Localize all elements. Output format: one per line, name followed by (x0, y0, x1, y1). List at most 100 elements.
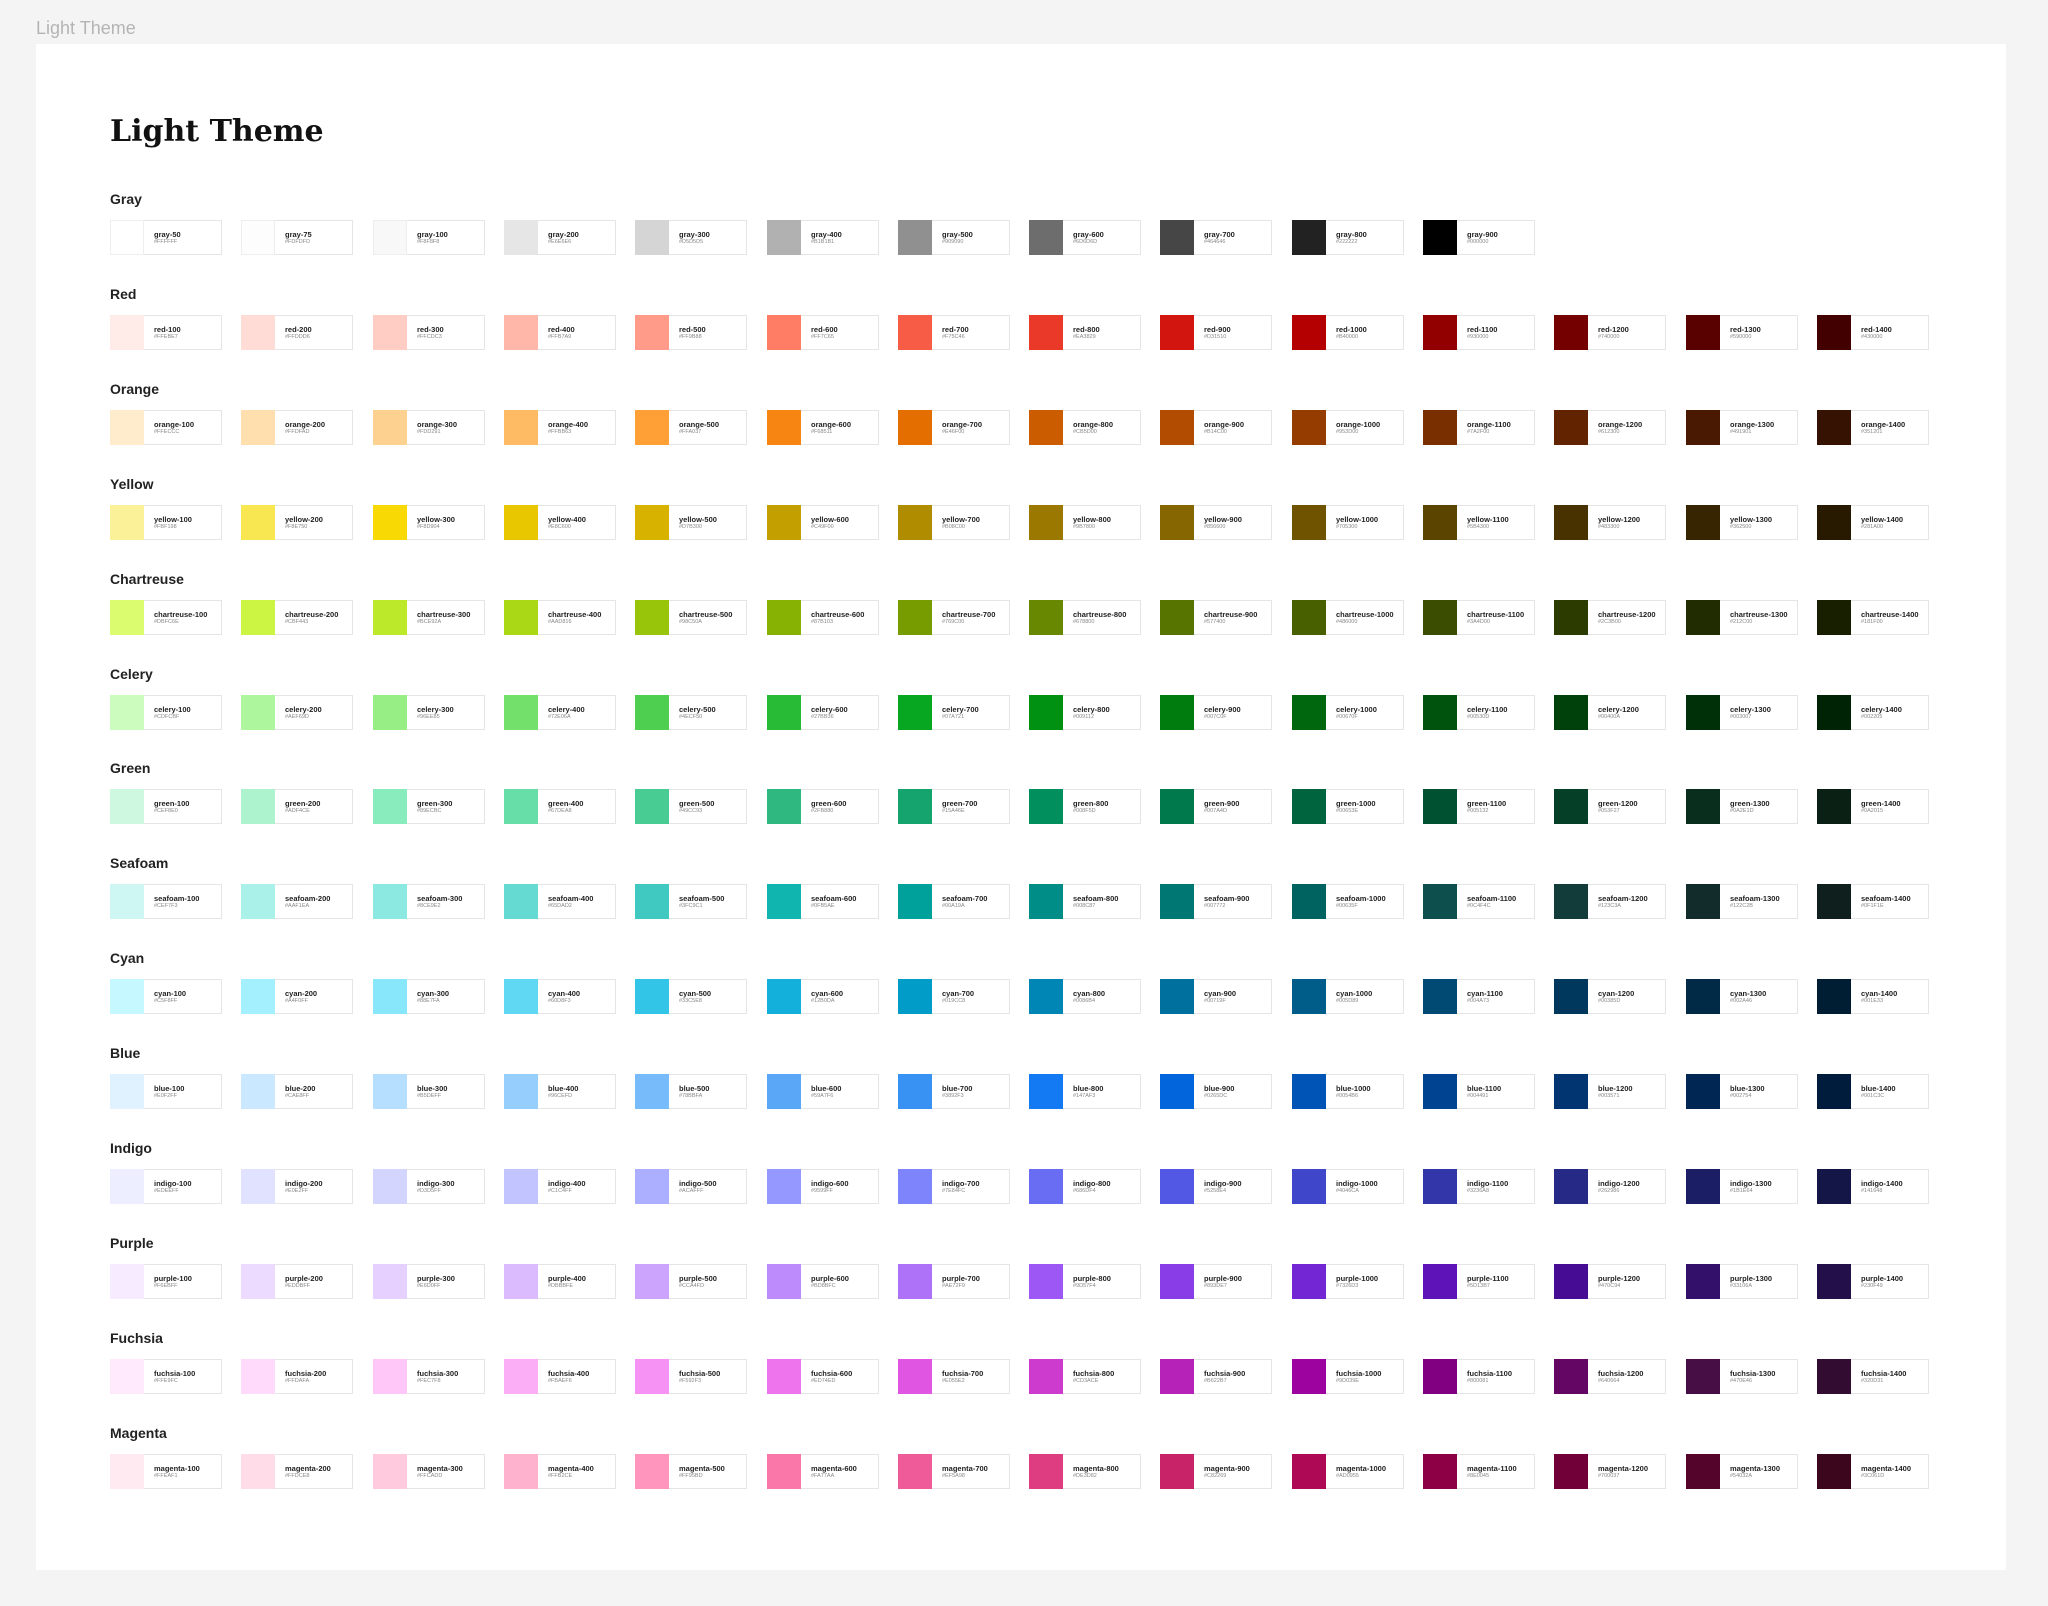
color-swatch[interactable]: orange-500 #FFA037 (635, 409, 747, 445)
color-swatch[interactable]: fuchsia-800 #CD3ACE (1029, 1358, 1141, 1394)
color-swatch[interactable]: blue-1400 #001C3C (1817, 1074, 1929, 1110)
color-swatch[interactable]: indigo-200 #E0E2FF (241, 1169, 353, 1204)
color-swatch[interactable]: red-600 #FF7C65 (767, 314, 879, 350)
color-swatch[interactable]: red-1000 #B40000 (1292, 314, 1404, 350)
color-swatch[interactable]: indigo-800 #686DF4 (1029, 1169, 1141, 1204)
color-swatch[interactable]: red-1300 #590000 (1686, 314, 1798, 350)
color-swatch[interactable]: celery-900 #007C0F (1160, 694, 1272, 730)
color-swatch[interactable]: green-1200 #053F27 (1554, 789, 1666, 825)
color-swatch[interactable]: green-1400 #0A2015 (1817, 789, 1929, 825)
color-swatch[interactable]: seafoam-800 #008C87 (1029, 884, 1141, 920)
color-swatch[interactable]: indigo-700 #7E84FC (898, 1169, 1010, 1204)
color-swatch[interactable]: orange-400 #FFBB63 (504, 409, 616, 445)
color-swatch[interactable]: fuchsia-1000 #9D039E (1292, 1358, 1404, 1394)
color-swatch[interactable]: seafoam-500 #3FC9C1 (635, 884, 747, 920)
color-swatch[interactable]: gray-800 #222222 (1292, 220, 1404, 255)
color-swatch[interactable]: gray-400 #B1B1B1 (767, 220, 879, 255)
color-swatch[interactable]: magenta-500 #FF95BD (635, 1453, 747, 1489)
color-swatch[interactable]: green-900 #007A4D (1160, 789, 1272, 825)
color-swatch[interactable]: indigo-900 #5258E4 (1160, 1169, 1272, 1204)
color-swatch[interactable]: orange-600 #F68511 (767, 409, 879, 445)
frame-label[interactable]: Light Theme (36, 18, 136, 39)
color-swatch[interactable]: chartreuse-400 #AAD816 (504, 599, 616, 635)
color-swatch[interactable]: blue-500 #78BBFA (635, 1074, 747, 1110)
color-swatch[interactable]: fuchsia-700 #E055E2 (898, 1358, 1010, 1394)
color-swatch[interactable]: yellow-500 #D7B300 (635, 504, 747, 540)
color-swatch[interactable]: celery-300 #96EE85 (373, 694, 485, 730)
color-swatch[interactable]: indigo-500 #ACAFFF (635, 1169, 747, 1204)
color-swatch[interactable]: celery-500 #4ECF50 (635, 694, 747, 730)
color-swatch[interactable]: blue-300 #B5DEFF (373, 1074, 485, 1110)
color-swatch[interactable]: red-800 #EA3829 (1029, 314, 1141, 350)
color-swatch[interactable]: cyan-200 #A4F0FF (241, 979, 353, 1015)
color-swatch[interactable]: cyan-1300 #002A46 (1686, 979, 1798, 1015)
color-swatch[interactable]: indigo-1400 #141648 (1817, 1169, 1929, 1204)
color-swatch[interactable]: gray-600 #6D6D6D (1029, 220, 1141, 255)
color-swatch[interactable]: seafoam-1200 #123C3A (1554, 884, 1666, 920)
color-swatch[interactable]: seafoam-100 #CEF7F3 (110, 884, 222, 920)
color-swatch[interactable]: chartreuse-500 #98C50A (635, 599, 747, 635)
color-swatch[interactable]: red-1400 #430000 (1817, 314, 1929, 350)
color-swatch[interactable]: blue-1200 #003571 (1554, 1074, 1666, 1110)
color-swatch[interactable]: green-600 #2FB880 (767, 789, 879, 825)
color-swatch[interactable]: gray-700 #464646 (1160, 220, 1272, 255)
color-swatch[interactable]: yellow-700 #B08C00 (898, 504, 1010, 540)
color-swatch[interactable]: seafoam-700 #00A19A (898, 884, 1010, 920)
color-swatch[interactable]: purple-200 #EDDBFF (241, 1263, 353, 1299)
color-swatch[interactable]: yellow-100 #FBF198 (110, 504, 222, 540)
color-swatch[interactable]: cyan-1400 #001E33 (1817, 979, 1929, 1015)
color-swatch[interactable]: blue-1300 #002754 (1686, 1074, 1798, 1110)
color-swatch[interactable]: celery-1200 #00400A (1554, 694, 1666, 730)
color-swatch[interactable]: seafoam-400 #65DAD2 (504, 884, 616, 920)
color-swatch[interactable]: indigo-1200 #262986 (1554, 1169, 1666, 1204)
color-swatch[interactable]: orange-1400 #351201 (1817, 409, 1929, 445)
color-swatch[interactable]: purple-1300 #33106A (1686, 1263, 1798, 1299)
color-swatch[interactable]: celery-800 #009112 (1029, 694, 1141, 730)
color-swatch[interactable]: celery-1000 #00670F (1292, 694, 1404, 730)
color-swatch[interactable]: fuchsia-1200 #640664 (1554, 1358, 1666, 1394)
color-swatch[interactable]: chartreuse-1200 #2C3B00 (1554, 599, 1666, 635)
color-swatch[interactable]: yellow-400 #E8C600 (504, 504, 616, 540)
color-swatch[interactable]: indigo-100 #EDEEFF (110, 1169, 222, 1204)
color-swatch[interactable]: chartreuse-700 #769C00 (898, 599, 1010, 635)
color-swatch[interactable]: purple-800 #9D57F4 (1029, 1263, 1141, 1299)
color-swatch[interactable]: magenta-1100 #8E0045 (1423, 1453, 1535, 1489)
color-swatch[interactable]: yellow-1300 #362500 (1686, 504, 1798, 540)
color-swatch[interactable]: cyan-100 #C5F8FF (110, 979, 222, 1015)
color-swatch[interactable]: green-200 #ADF4CE (241, 789, 353, 825)
color-swatch[interactable]: fuchsia-100 #FFE9FC (110, 1358, 222, 1394)
color-swatch[interactable]: magenta-100 #FFEAF1 (110, 1453, 222, 1489)
color-swatch[interactable]: magenta-200 #FFDCE8 (241, 1453, 353, 1489)
color-swatch[interactable]: chartreuse-200 #CBF443 (241, 599, 353, 635)
color-swatch[interactable]: red-400 #FFB7A9 (504, 314, 616, 350)
color-swatch[interactable]: seafoam-1300 #122C2B (1686, 884, 1798, 920)
color-swatch[interactable]: fuchsia-1300 #470E46 (1686, 1358, 1798, 1394)
color-swatch[interactable]: green-300 #89ECBC (373, 789, 485, 825)
color-swatch[interactable]: blue-200 #CAE8FF (241, 1074, 353, 1110)
color-swatch[interactable]: yellow-600 #C49F00 (767, 504, 879, 540)
color-swatch[interactable]: blue-800 #147AF3 (1029, 1074, 1141, 1110)
color-swatch[interactable]: red-1100 #930000 (1423, 314, 1535, 350)
color-swatch[interactable]: chartreuse-800 #678800 (1029, 599, 1141, 635)
color-swatch[interactable]: cyan-400 #60D8F3 (504, 979, 616, 1015)
color-swatch[interactable]: gray-300 #D5D5D5 (635, 220, 747, 255)
color-swatch[interactable]: cyan-900 #00719F (1160, 979, 1272, 1015)
color-swatch[interactable]: green-1100 #005132 (1423, 789, 1535, 825)
color-swatch[interactable]: seafoam-1100 #0C4F4C (1423, 884, 1535, 920)
color-swatch[interactable]: orange-300 #FDD291 (373, 409, 485, 445)
color-swatch[interactable]: seafoam-200 #AAF1EA (241, 884, 353, 920)
color-swatch[interactable]: seafoam-1400 #0F1F1E (1817, 884, 1929, 920)
color-swatch[interactable]: green-800 #008F5D (1029, 789, 1141, 825)
color-swatch[interactable]: blue-900 #0265DC (1160, 1074, 1272, 1110)
color-swatch[interactable]: orange-200 #FFDFAD (241, 409, 353, 445)
color-swatch[interactable]: green-1000 #00653E (1292, 789, 1404, 825)
color-swatch[interactable]: purple-900 #893DE7 (1160, 1263, 1272, 1299)
color-swatch[interactable]: magenta-1300 #54032A (1686, 1453, 1798, 1489)
color-swatch[interactable]: orange-1000 #953D00 (1292, 409, 1404, 445)
color-swatch[interactable]: orange-1200 #612300 (1554, 409, 1666, 445)
color-swatch[interactable]: indigo-1300 #1B1E64 (1686, 1169, 1798, 1204)
color-swatch[interactable]: chartreuse-1000 #486000 (1292, 599, 1404, 635)
color-swatch[interactable]: celery-400 #72E06A (504, 694, 616, 730)
color-swatch[interactable]: fuchsia-500 #F592F3 (635, 1358, 747, 1394)
color-swatch[interactable]: cyan-500 #33C5E8 (635, 979, 747, 1015)
